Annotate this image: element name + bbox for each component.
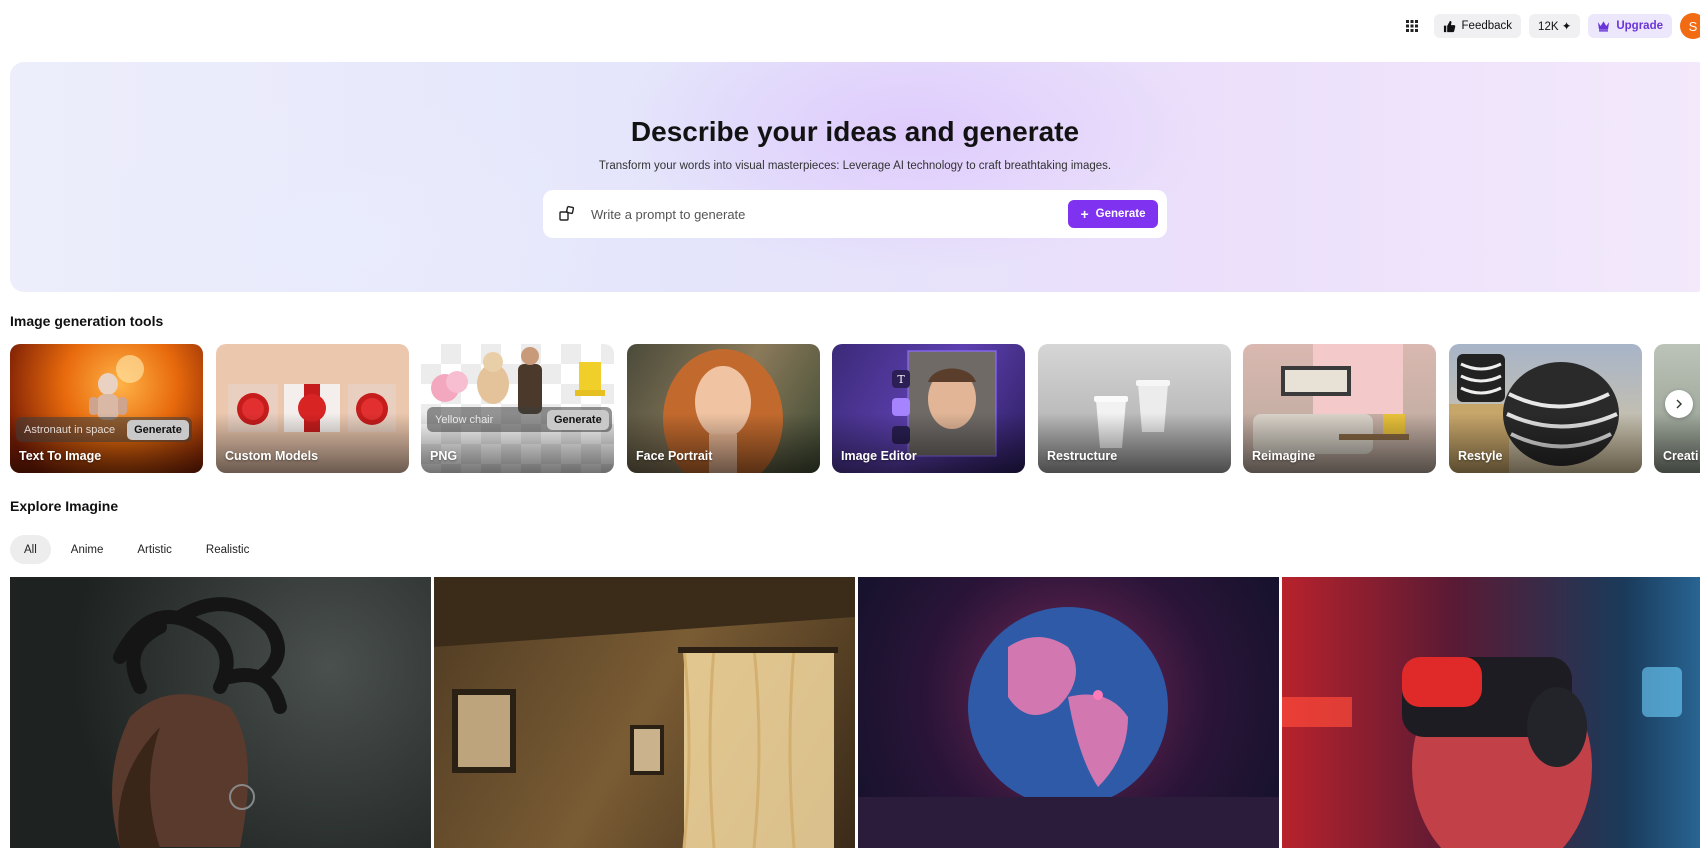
upgrade-button[interactable]: Upgrade [1588, 14, 1672, 38]
hero-banner: Describe your ideas and generate Transfo… [10, 62, 1700, 292]
room-image [434, 577, 855, 848]
mini-generate-button[interactable]: Generate [127, 419, 189, 440]
mini-prompt[interactable]: Yellow chair Generate [427, 407, 612, 432]
prompt-bar: + Generate [543, 190, 1167, 238]
card-shade [1449, 413, 1642, 473]
tool-card-text-to-image[interactable]: Astronaut in space Generate Text To Imag… [10, 344, 203, 473]
card-shade [1038, 413, 1231, 473]
tool-label: Face Portrait [636, 449, 713, 463]
tool-card-reimagine[interactable]: Reimagine [1243, 344, 1436, 473]
top-bar: Feedback 12K ✦ Upgrade S [1398, 13, 1700, 39]
gallery-item[interactable] [10, 577, 431, 848]
carousel-next-button[interactable] [1665, 390, 1693, 418]
chevron-right-icon [1676, 399, 1682, 409]
generate-label: Generate [1095, 208, 1146, 220]
tools-carousel: Astronaut in space Generate Text To Imag… [10, 344, 1700, 473]
prompt-input[interactable] [591, 206, 1068, 222]
tool-card-custom-models[interactable]: Custom Models [216, 344, 409, 473]
explore-section-title: Explore Imagine [10, 498, 119, 514]
filter-tabs: All Anime Artistic Realistic [10, 535, 263, 564]
tool-label: PNG [430, 449, 458, 463]
card-shade [1243, 413, 1436, 473]
mini-generate-button[interactable]: Generate [547, 409, 609, 430]
tool-card-face-portrait[interactable]: Face Portrait [627, 344, 820, 473]
svg-text:T: T [897, 373, 905, 386]
mini-prompt-text: Astronaut in space [24, 423, 116, 436]
crown-icon [1598, 21, 1610, 32]
tool-card-png[interactable]: Yellow chair Generate PNG [421, 344, 614, 473]
explore-gallery [10, 577, 1700, 848]
globe-head-image [858, 607, 1279, 848]
tab-artistic[interactable]: Artistic [123, 535, 186, 564]
card-shade [1654, 413, 1700, 473]
tool-label: Custom Models [225, 449, 319, 463]
tool-label: Text To Image [19, 449, 102, 463]
mini-prompt-text: Yellow chair [435, 413, 494, 426]
feedback-label: Feedback [1461, 20, 1513, 32]
gallery-item[interactable] [434, 577, 855, 848]
user-avatar[interactable]: S [1680, 13, 1700, 39]
vr-headset-image [1282, 657, 1682, 848]
avatar-initial: S [1688, 18, 1698, 34]
tool-card-restructure[interactable]: Restructure [1038, 344, 1231, 473]
tool-label: Creati [1663, 449, 1699, 463]
medusa-image [112, 597, 287, 848]
credits-badge[interactable]: 12K ✦ [1529, 14, 1581, 38]
hero-subtitle: Transform your words into visual masterp… [598, 160, 1112, 172]
plus-icon: + [1080, 206, 1089, 222]
tool-card-restyle[interactable]: Restyle [1449, 344, 1642, 473]
tool-label: Restructure [1047, 449, 1118, 463]
tool-label: Restyle [1458, 449, 1503, 463]
card-shade [627, 413, 820, 473]
card-shade [216, 413, 409, 473]
thumbs-up-icon [1443, 20, 1455, 32]
generate-button[interactable]: + Generate [1068, 200, 1158, 228]
tools-section-title: Image generation tools [10, 313, 164, 329]
tab-anime[interactable]: Anime [57, 535, 118, 564]
tab-realistic[interactable]: Realistic [192, 535, 263, 564]
hero-title: Describe your ideas and generate [630, 116, 1080, 147]
shapes-icon[interactable] [557, 204, 577, 224]
gallery-item[interactable] [1282, 577, 1700, 848]
tool-label: Reimagine [1252, 449, 1316, 463]
feedback-button[interactable]: Feedback [1433, 14, 1522, 38]
tool-label: Image Editor [841, 449, 917, 463]
mini-prompt[interactable]: Astronaut in space Generate [16, 417, 192, 442]
tab-all[interactable]: All [10, 535, 51, 564]
tool-card-image-editor[interactable]: T Image Editor [832, 344, 1025, 473]
upgrade-label: Upgrade [1616, 20, 1663, 32]
gallery-item[interactable] [858, 577, 1279, 848]
credits-label: 12K ✦ [1538, 21, 1572, 33]
apps-grid-icon[interactable] [1398, 14, 1426, 38]
card-shade [832, 413, 1025, 473]
